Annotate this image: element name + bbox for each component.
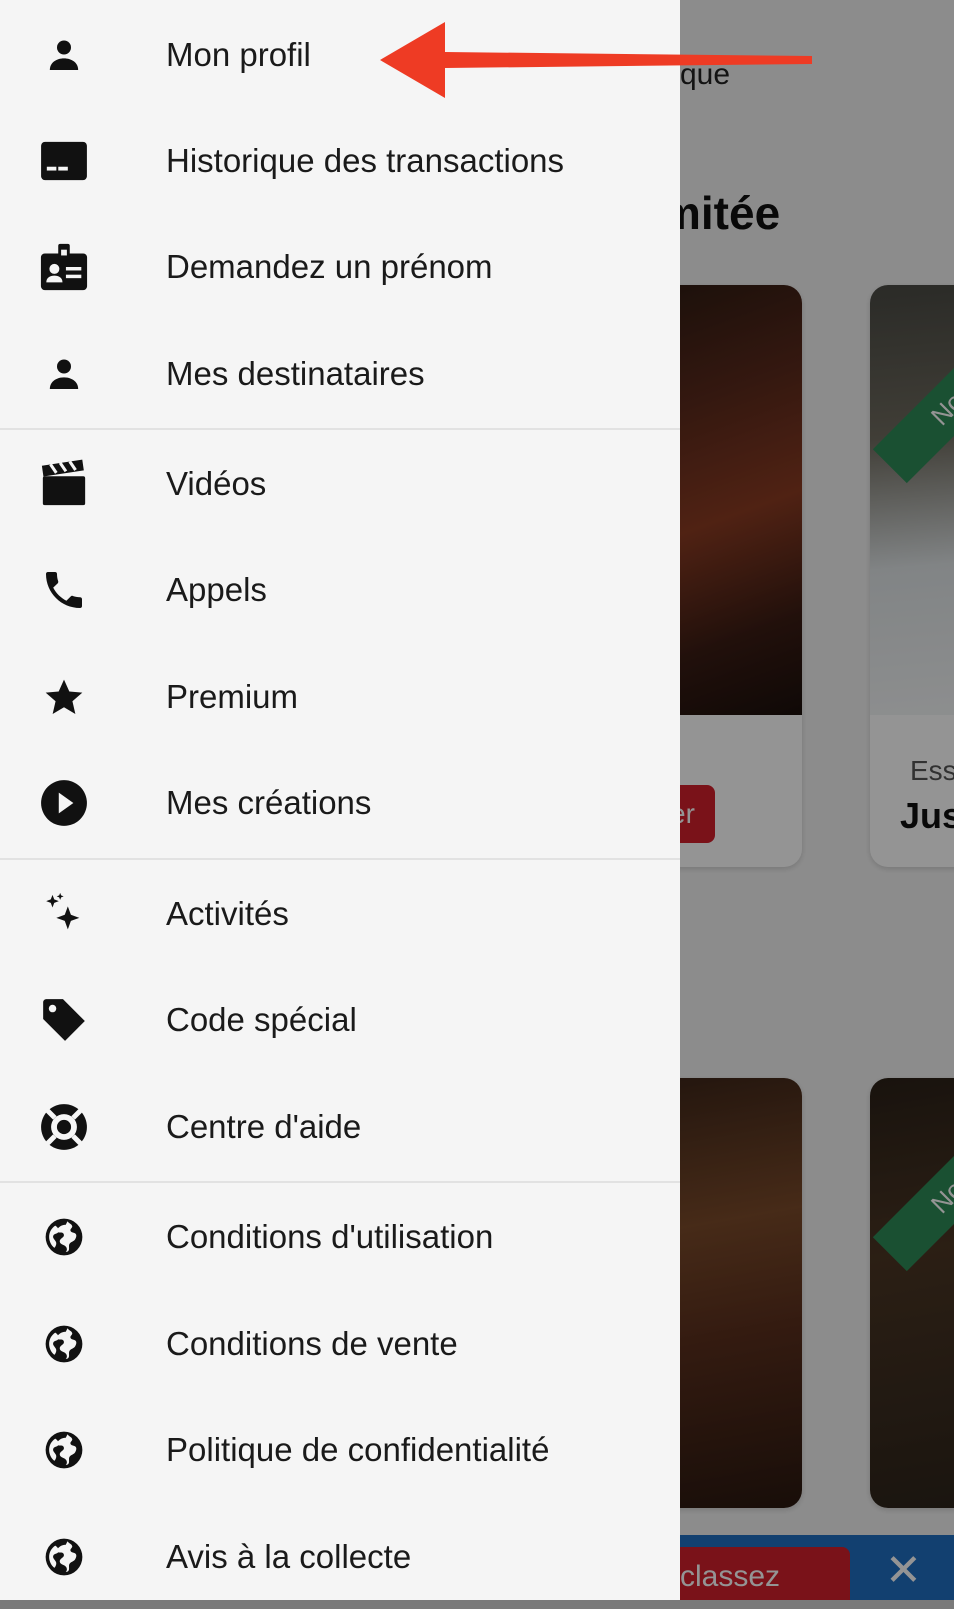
clapperboard-icon — [38, 458, 90, 510]
menu-item-politique-confidentialite[interactable]: Politique de confidentialité — [0, 1398, 680, 1502]
menu-item-label: Vidéos — [166, 465, 267, 502]
menu-item-activites[interactable]: Activités — [0, 862, 680, 966]
badge-icon — [38, 241, 90, 293]
menu-item-appels[interactable]: Appels — [0, 538, 680, 642]
menu-item-label: Appels — [166, 571, 267, 608]
globe-icon — [38, 1424, 90, 1476]
globe-icon — [38, 1318, 90, 1370]
menu-item-label: Mon profil — [166, 36, 311, 73]
person-icon — [38, 348, 90, 400]
menu-item-mes-destinataires[interactable]: Mes destinataires — [0, 322, 680, 426]
tag-icon — [38, 994, 90, 1046]
menu-item-conditions-vente[interactable]: Conditions de vente — [0, 1292, 680, 1396]
globe-icon — [38, 1531, 90, 1583]
phone-icon — [38, 564, 90, 616]
globe-icon — [38, 1211, 90, 1263]
menu-item-videos[interactable]: Vidéos — [0, 432, 680, 536]
menu-item-mon-profil[interactable]: Mon profil — [0, 3, 680, 107]
menu-item-label: Conditions de vente — [166, 1325, 458, 1362]
menu-item-label: Demandez un prénom — [166, 248, 493, 285]
menu-item-avis-collecte[interactable]: Avis à la collecte — [0, 1505, 680, 1609]
section-divider — [0, 428, 680, 430]
play-circle-icon — [38, 777, 90, 829]
section-divider — [0, 858, 680, 860]
menu-item-label: Conditions d'utilisation — [166, 1218, 494, 1255]
menu-item-label: Code spécial — [166, 1001, 357, 1038]
menu-item-label: Mes destinataires — [166, 355, 425, 392]
navigation-drawer: Mon profil Historique des transactions D… — [0, 0, 680, 1600]
menu-item-code-special[interactable]: Code spécial — [0, 968, 680, 1072]
menu-item-mes-creations[interactable]: Mes créations — [0, 751, 680, 855]
lifebuoy-icon — [38, 1101, 90, 1153]
star-icon — [38, 671, 90, 723]
menu-item-label: Centre d'aide — [166, 1108, 362, 1145]
menu-item-label: Activités — [166, 895, 289, 932]
section-divider — [0, 1181, 680, 1183]
card-icon — [38, 135, 90, 187]
menu-item-demandez-prenom[interactable]: Demandez un prénom — [0, 215, 680, 319]
menu-item-label: Politique de confidentialité — [166, 1431, 550, 1468]
menu-item-historique[interactable]: Historique des transactions — [0, 109, 680, 213]
menu-item-centre-aide[interactable]: Centre d'aide — [0, 1075, 680, 1179]
menu-item-label: Mes créations — [166, 784, 372, 821]
menu-item-conditions-utilisation[interactable]: Conditions d'utilisation — [0, 1185, 680, 1289]
menu-item-label: Premium — [166, 678, 299, 715]
menu-item-premium[interactable]: Premium — [0, 645, 680, 749]
menu-item-label: Avis à la collecte — [166, 1538, 412, 1575]
person-icon — [38, 29, 90, 81]
sparkles-icon — [38, 888, 90, 940]
menu-item-label: Historique des transactions — [166, 142, 565, 179]
